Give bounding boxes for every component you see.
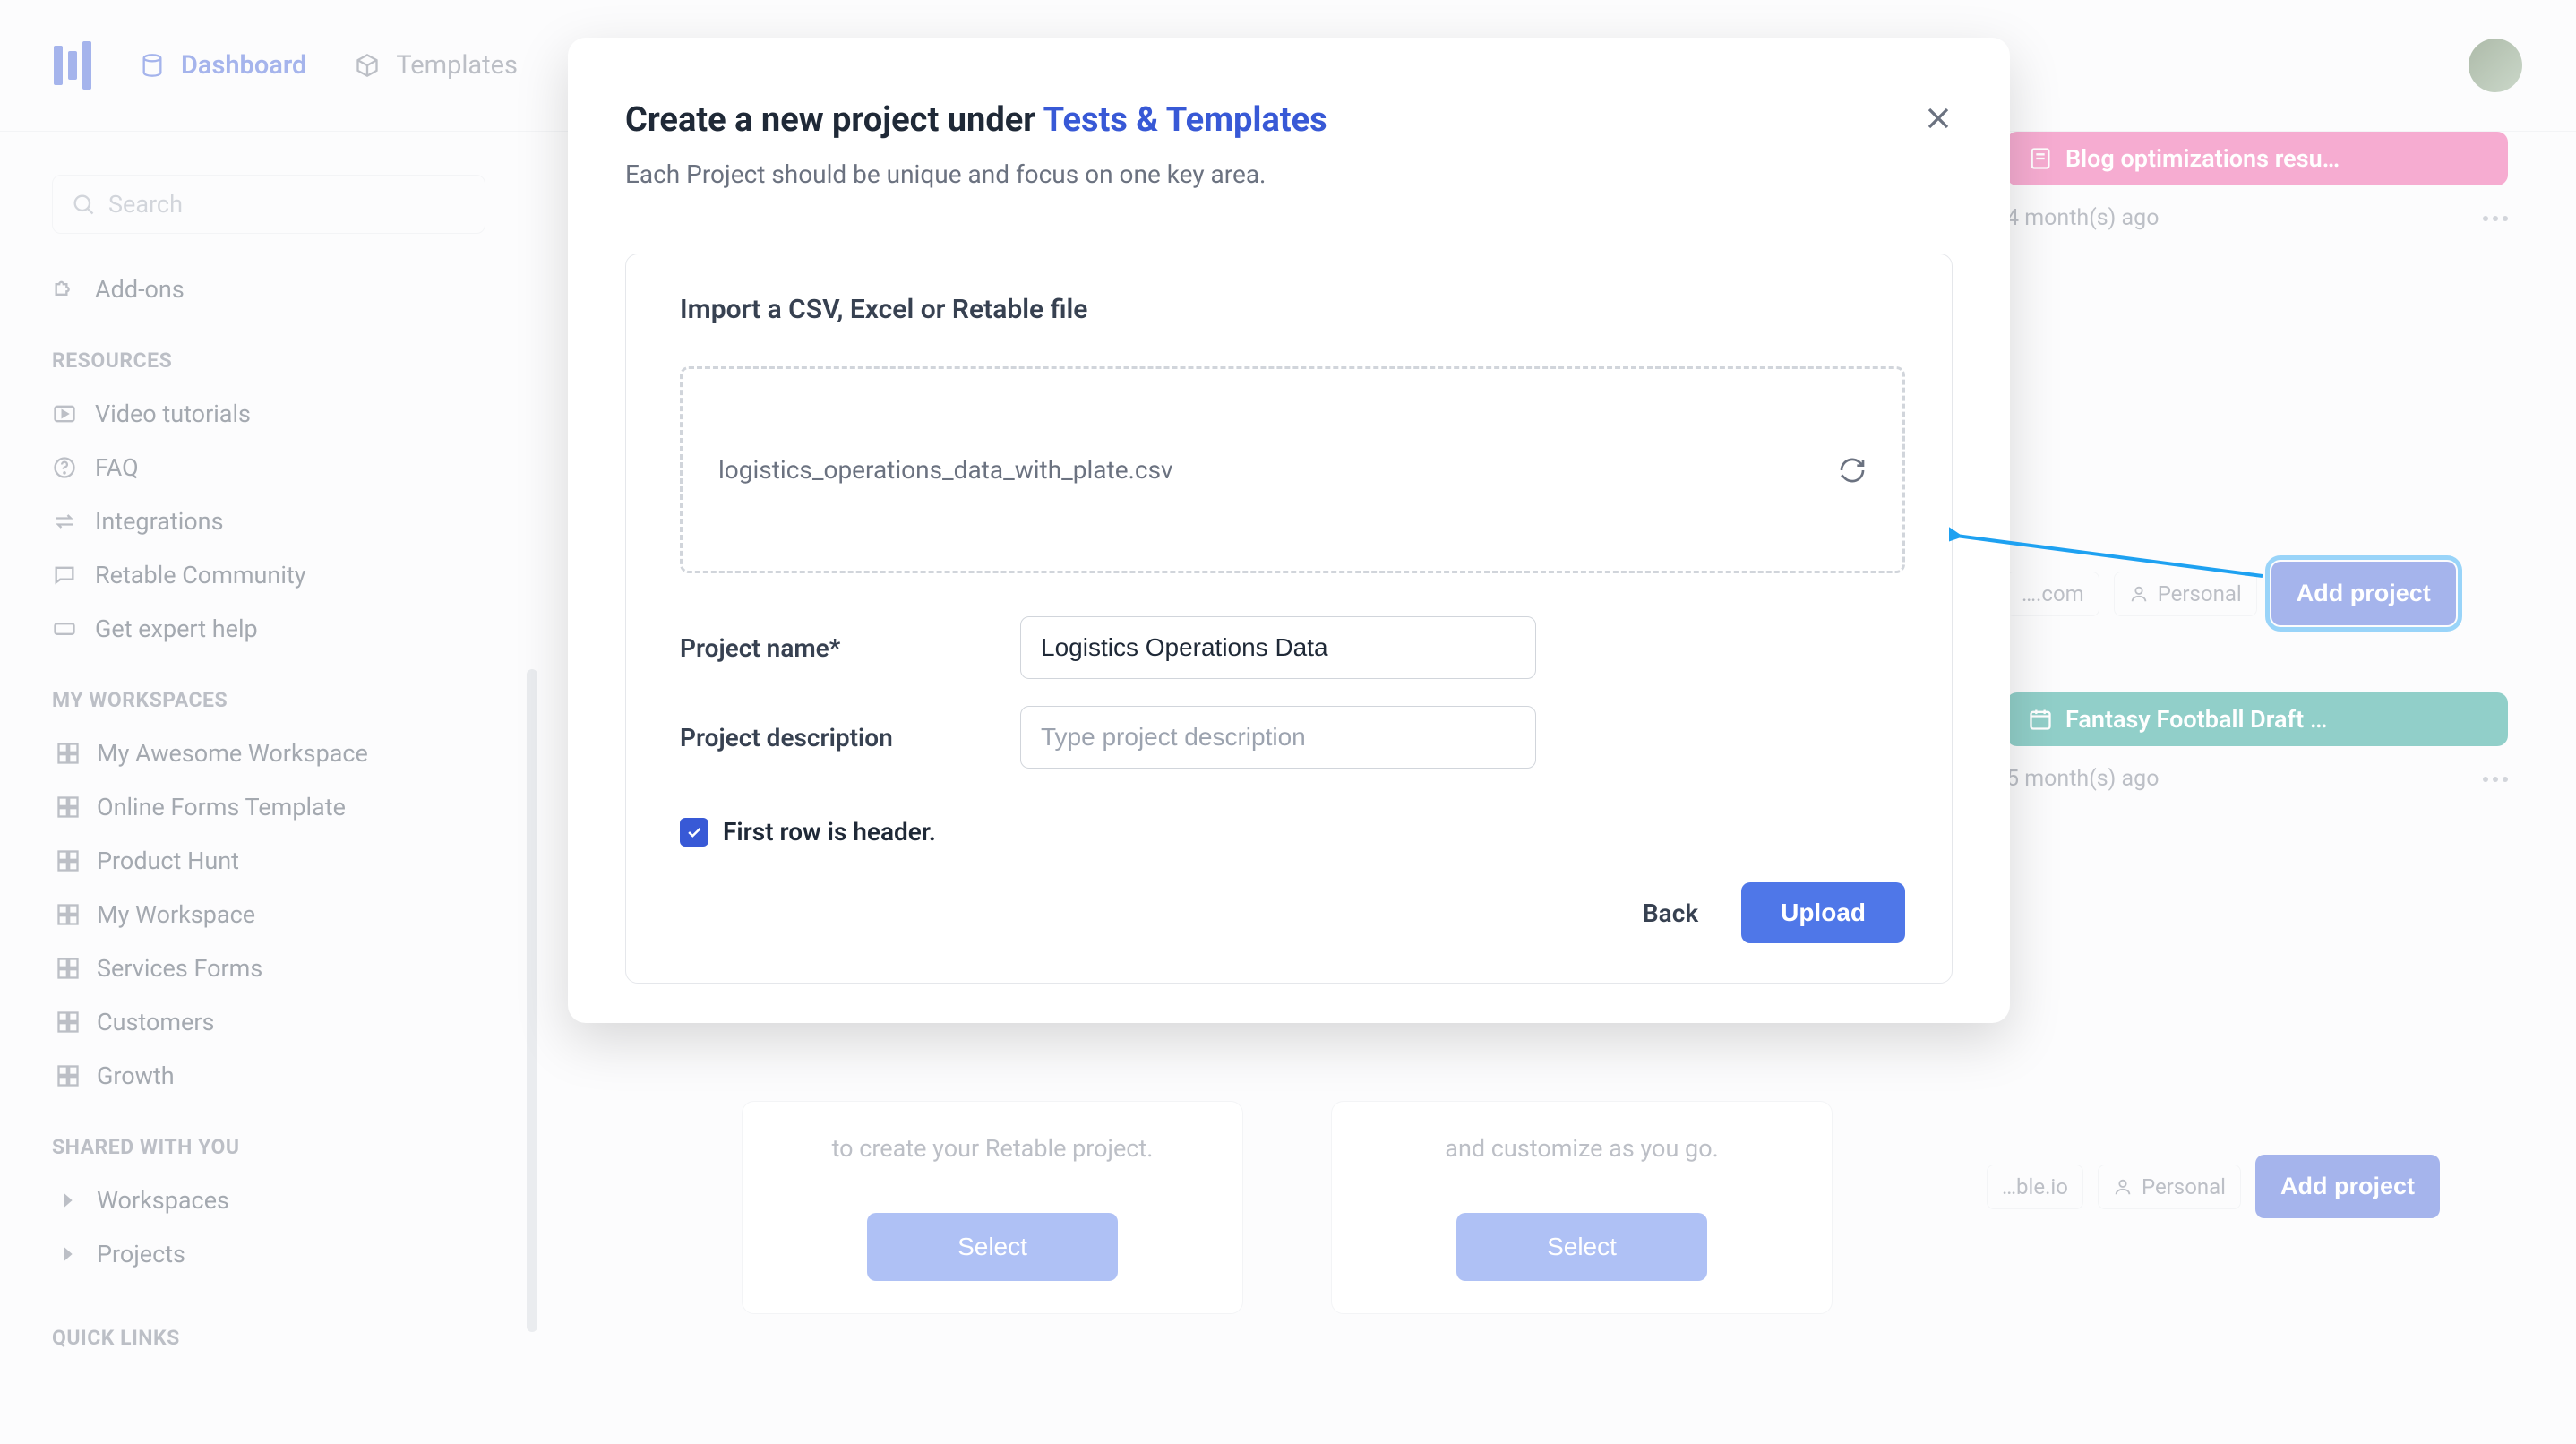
project-name-input[interactable]: [1020, 616, 1536, 679]
project-desc-label: Project description: [680, 723, 1020, 752]
refresh-icon[interactable]: [1838, 456, 1867, 485]
back-button[interactable]: Back: [1643, 898, 1698, 928]
file-dropzone[interactable]: logistics_operations_data_with_plate.csv: [680, 366, 1905, 573]
import-panel: Import a CSV, Excel or Retable file logi…: [625, 254, 1953, 984]
modal-subtitle: Each Project should be unique and focus …: [625, 159, 1953, 189]
project-name-label: Project name*: [680, 633, 1020, 663]
create-project-modal: Create a new project under Tests & Templ…: [568, 38, 2010, 1023]
checkbox-checked-icon: [680, 818, 708, 847]
project-desc-input[interactable]: [1020, 706, 1536, 769]
upload-button[interactable]: Upload: [1741, 882, 1905, 943]
import-label: Import a CSV, Excel or Retable file: [680, 294, 1905, 325]
modal-title: Create a new project under Tests & Templ…: [625, 100, 1953, 140]
close-icon[interactable]: [1920, 100, 1956, 136]
uploaded-filename: logistics_operations_data_with_plate.csv: [718, 455, 1173, 485]
first-row-header-checkbox[interactable]: First row is header.: [680, 817, 1905, 847]
